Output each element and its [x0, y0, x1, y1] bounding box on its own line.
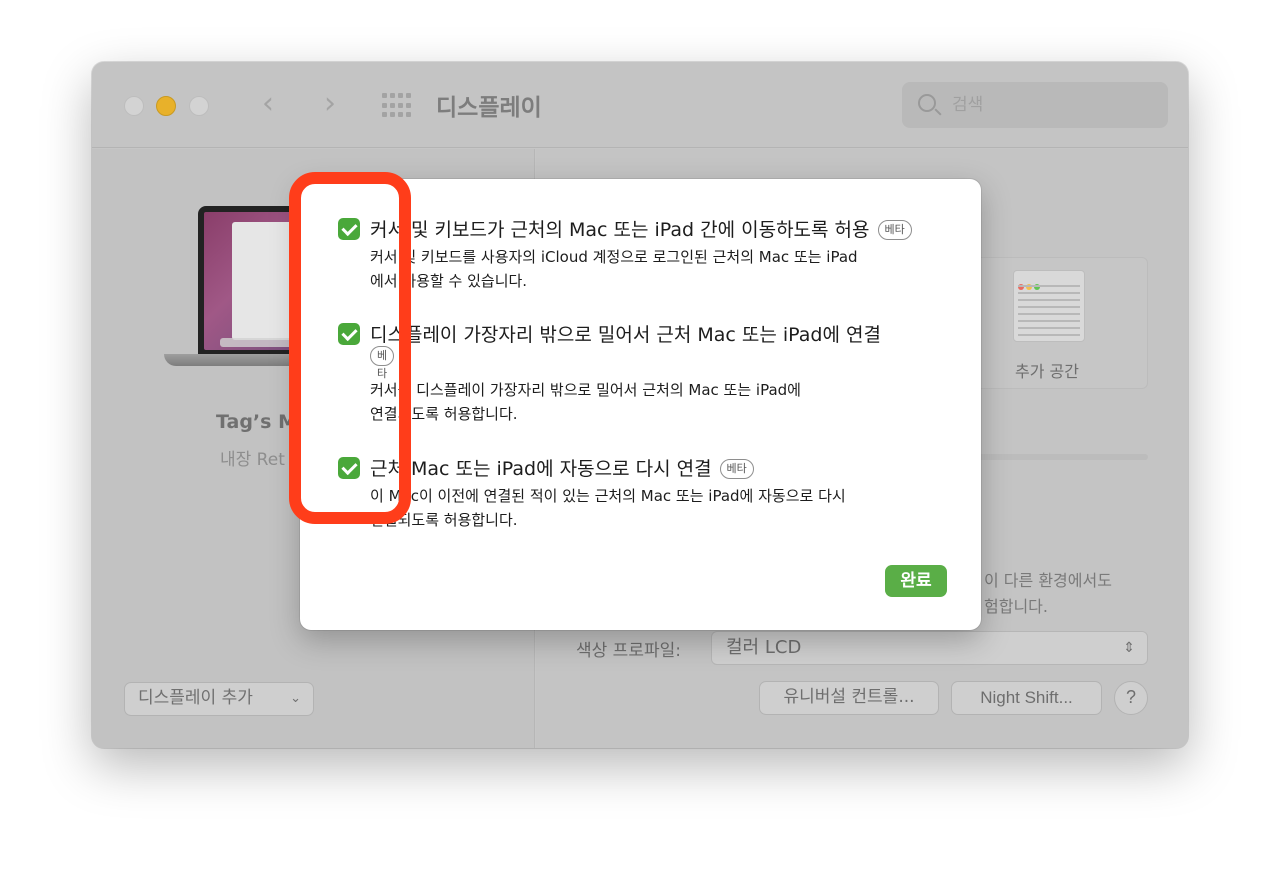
background-description-line2: 험합니다.: [984, 597, 1048, 616]
night-shift-button[interactable]: Night Shift...: [951, 681, 1102, 715]
show-all-grid-icon[interactable]: [382, 93, 412, 119]
close-window-button[interactable]: [124, 96, 144, 116]
universal-control-button[interactable]: 유니버설 컨트롤...: [759, 681, 939, 715]
color-profile-value: 컬러 LCD: [726, 637, 802, 658]
add-display-button[interactable]: 디스플레이 추가 ⌄: [124, 682, 314, 716]
color-profile-label: 색상 프로파일:: [576, 641, 681, 661]
window-title: 디스플레이: [436, 95, 542, 121]
updown-chevron-icon: ⇕: [1123, 640, 1135, 656]
title-bar: ‹ › 디스플레이: [92, 62, 1188, 148]
add-display-label: 디스플레이 추가: [138, 688, 253, 708]
search-icon: [918, 94, 936, 112]
beta-badge: 베타: [370, 346, 395, 380]
display-name: Tag’s M: [216, 411, 297, 433]
done-button[interactable]: 완료: [885, 565, 947, 597]
background-description-line1: 이 다른 환경에서도: [984, 571, 1112, 590]
beta-badge: 베타: [719, 459, 754, 479]
display-subtitle: 내장 Ret: [220, 450, 285, 470]
option-description-line2: 에서 사용할 수 있습니다.: [370, 272, 528, 290]
beta-badge: 베타: [877, 220, 912, 240]
minimize-window-button[interactable]: [156, 96, 176, 116]
option-title: 근처 Mac 또는 iPad에 자동으로 다시 연결 베타: [370, 454, 754, 481]
resolution-option-more-space[interactable]: 추가 공간: [972, 257, 1148, 389]
color-profile-select[interactable]: 컬러 LCD ⇕: [711, 631, 1148, 665]
more-space-preview-icon: [1013, 270, 1085, 342]
universal-control-sheet: 커서 및 키보드가 근처의 Mac 또는 iPad 간에 이동하도록 허용 베타 …: [300, 179, 981, 630]
chevron-down-icon: ⌄: [290, 691, 301, 706]
search-field[interactable]: [902, 82, 1168, 128]
option-description-line2: 연결되도록 허용합니다.: [370, 511, 518, 529]
option-title: 커서 및 키보드가 근처의 Mac 또는 iPad 간에 이동하도록 허용 베타: [370, 215, 912, 242]
option-description-line2: 연결되도록 허용합니다.: [370, 405, 518, 423]
option-title: 디스플레이 가장자리 밖으로 밀어서 근처 Mac 또는 iPad에 연결: [370, 324, 881, 346]
forward-button[interactable]: ›: [316, 86, 344, 122]
back-button[interactable]: ‹: [254, 86, 282, 122]
zoom-window-button[interactable]: [189, 96, 209, 116]
help-button[interactable]: ?: [1114, 681, 1148, 715]
checkbox-push-through-edge[interactable]: [338, 323, 360, 345]
checkbox-cursor-keyboard-move[interactable]: [338, 218, 360, 240]
search-input[interactable]: [952, 92, 1152, 118]
checkbox-auto-reconnect[interactable]: [338, 457, 360, 479]
option-description-line1: 이 Mac이 이전에 연결된 적이 있는 근처의 Mac 또는 iPad에 자동…: [370, 487, 846, 505]
option-description-line1: 커서를 디스플레이 가장자리 밖으로 밀어서 근처의 Mac 또는 iPad에: [370, 381, 801, 399]
option-description-line1: 커서 및 키보드를 사용자의 iCloud 계정으로 로그인된 근처의 Mac …: [370, 248, 858, 266]
more-space-label: 추가 공간: [1015, 362, 1079, 381]
